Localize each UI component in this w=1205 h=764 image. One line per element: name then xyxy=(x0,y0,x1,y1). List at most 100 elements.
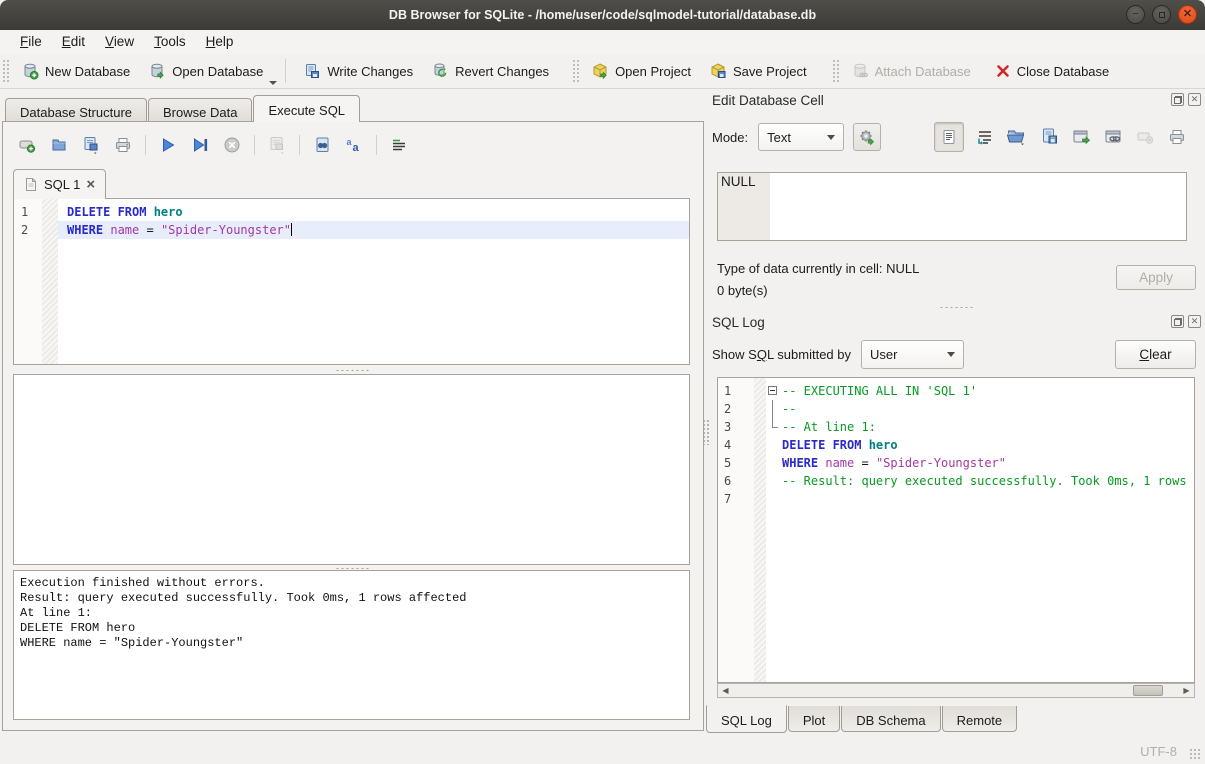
log-line-numbers: 12 34 56 7 xyxy=(718,378,754,682)
scrollbar-track[interactable] xyxy=(733,684,1179,697)
revert-changes-button[interactable]: Revert Changes xyxy=(422,58,558,84)
cell-value-editor[interactable]: NULL xyxy=(717,172,1187,241)
copy-cell-link-button[interactable] xyxy=(1104,128,1124,146)
execute-icon xyxy=(159,136,177,154)
open-database-icon xyxy=(148,62,166,80)
dock-float-button[interactable] xyxy=(1171,315,1184,328)
titlebar[interactable]: DB Browser for SQLite - /home/user/code/… xyxy=(0,0,1205,30)
edit-cell-dock-buttons: ✕ xyxy=(1171,93,1201,106)
tab-db-schema[interactable]: DB Schema xyxy=(841,706,940,732)
format-text-icon: aa xyxy=(345,136,363,154)
stop-execution-button[interactable] xyxy=(220,133,244,157)
tab-remote[interactable]: Remote xyxy=(942,706,1018,732)
print-cell-button[interactable] xyxy=(1168,128,1186,146)
tab-plot[interactable]: Plot xyxy=(788,706,840,732)
editor-results-splitter[interactable] xyxy=(13,367,690,373)
status-bar: UTF-8 xyxy=(0,739,1205,764)
set-as-null-button[interactable] xyxy=(1072,128,1092,146)
sql-editor[interactable]: 1 2 DELETE FROM hero WHERE name = "Spide… xyxy=(13,198,690,365)
text-cursor xyxy=(291,223,292,236)
clear-log-button[interactable]: Clear xyxy=(1115,340,1196,369)
print-sql-button[interactable] xyxy=(111,133,135,157)
log-line-5: WHERE name = "Spider-Youngster" xyxy=(766,454,1194,472)
menu-tools[interactable]: Tools xyxy=(144,32,196,52)
close-button[interactable]: ✕ xyxy=(1178,5,1197,24)
sql-file-tab[interactable]: SQL 1 × xyxy=(13,169,106,199)
dock-close-button[interactable]: ✕ xyxy=(1188,315,1201,328)
editor-code-area[interactable]: DELETE FROM hero WHERE name = "Spider-Yo… xyxy=(58,199,689,364)
find-icon xyxy=(313,136,331,154)
attach-database-button[interactable]: Attach Database xyxy=(842,58,980,84)
toggle-results-button[interactable] xyxy=(387,133,411,157)
log-line-7 xyxy=(766,490,1194,508)
execute-all-button[interactable] xyxy=(156,133,180,157)
new-database-icon xyxy=(21,62,39,80)
toolbar-drag-handle[interactable] xyxy=(2,59,9,83)
toolbar-drag-handle[interactable] xyxy=(572,59,579,83)
auto-format-button[interactable]: aa xyxy=(342,133,366,157)
scroll-left-icon[interactable]: ◀ xyxy=(718,684,733,697)
maximize-icon xyxy=(1159,12,1165,18)
toolbar-drag-handle[interactable] xyxy=(832,59,839,83)
dock-close-icon: ✕ xyxy=(1191,94,1199,105)
execution-message-pane[interactable]: Execution finished without errors. Resul… xyxy=(13,570,690,720)
maximize-button[interactable] xyxy=(1152,5,1171,24)
open-database-button[interactable]: Open Database xyxy=(139,58,272,84)
import-cell-data-button[interactable] xyxy=(1006,127,1028,147)
export-cell-data-button[interactable] xyxy=(1040,127,1060,147)
cell-content: NULL xyxy=(721,174,756,189)
execute-line-icon xyxy=(191,136,209,154)
sql-log-view[interactable]: 12 34 56 7 -- EXECUTING ALL IN 'SQL 1' -… xyxy=(717,377,1195,683)
close-database-button[interactable]: Close Database xyxy=(986,59,1119,83)
scroll-right-icon[interactable]: ▶ xyxy=(1179,684,1194,697)
sql-document-icon xyxy=(24,177,38,192)
open-sql-file-button[interactable] xyxy=(47,133,71,157)
open-project-button[interactable]: Open Project xyxy=(582,58,700,84)
results-pane[interactable] xyxy=(13,374,690,565)
scrollbar-thumb[interactable] xyxy=(1133,685,1163,696)
log-horizontal-scrollbar[interactable]: ◀ ▶ xyxy=(717,683,1195,698)
execute-line-button[interactable] xyxy=(188,133,212,157)
word-wrap-button[interactable] xyxy=(976,128,994,146)
remove-cell-button[interactable] xyxy=(1136,129,1156,145)
apply-button[interactable]: Apply xyxy=(1116,265,1196,290)
tab-sql-log[interactable]: SQL Log xyxy=(706,705,787,733)
fold-collapse-icon[interactable] xyxy=(768,386,777,395)
open-project-icon xyxy=(591,62,609,80)
menu-edit[interactable]: Edit xyxy=(52,32,95,52)
menu-view[interactable]: View xyxy=(95,32,144,52)
editor-line-numbers: 1 2 xyxy=(14,199,42,364)
write-changes-button[interactable]: Write Changes xyxy=(294,58,422,84)
gear-import-icon xyxy=(858,128,876,146)
tab-browse-data[interactable]: Browse Data xyxy=(148,98,252,122)
cell-mode-select[interactable]: Text xyxy=(758,123,844,151)
new-database-button[interactable]: New Database xyxy=(12,58,139,84)
auto-switch-mode-button[interactable] xyxy=(853,123,881,151)
open-database-dropdown-arrow-icon[interactable] xyxy=(269,81,277,85)
menu-help[interactable]: Help xyxy=(196,32,244,52)
resize-grip[interactable] xyxy=(1189,748,1202,761)
editor-fold-margin xyxy=(42,199,58,364)
close-database-icon xyxy=(995,63,1011,79)
right-pane: Edit Database Cell ✕ Mode: Text xyxy=(706,89,1205,739)
editor-line-1: DELETE FROM hero xyxy=(58,203,689,221)
save-sql-file-button[interactable] xyxy=(79,133,103,157)
tab-execute-sql[interactable]: Execute SQL xyxy=(253,95,360,122)
cell-mode-row: Mode: Text xyxy=(712,123,881,151)
menu-file[interactable]: File xyxy=(10,32,52,52)
text-view-toggle-button[interactable] xyxy=(934,122,964,152)
tab-database-structure[interactable]: Database Structure xyxy=(5,98,147,122)
log-filter-select[interactable]: User xyxy=(861,340,964,369)
execute-sql-page: aa SQL 1 × 1 2 DELETE FROM hero xyxy=(2,121,704,731)
dock-float-button[interactable] xyxy=(1171,93,1184,106)
dock-close-button[interactable]: ✕ xyxy=(1188,93,1201,106)
open-sql-tab-button[interactable] xyxy=(15,133,39,157)
filter-label: Show SQL submitted by xyxy=(712,347,851,362)
save-results-button[interactable] xyxy=(265,133,289,157)
docks-splitter[interactable] xyxy=(886,304,1025,310)
sql-tab-close-icon[interactable]: × xyxy=(86,177,95,192)
minimize-button[interactable]: − xyxy=(1126,5,1145,24)
find-replace-button[interactable] xyxy=(310,133,334,157)
save-project-button[interactable]: Save Project xyxy=(700,58,816,84)
sql-log-controls: Show SQL submitted by User xyxy=(712,340,964,369)
